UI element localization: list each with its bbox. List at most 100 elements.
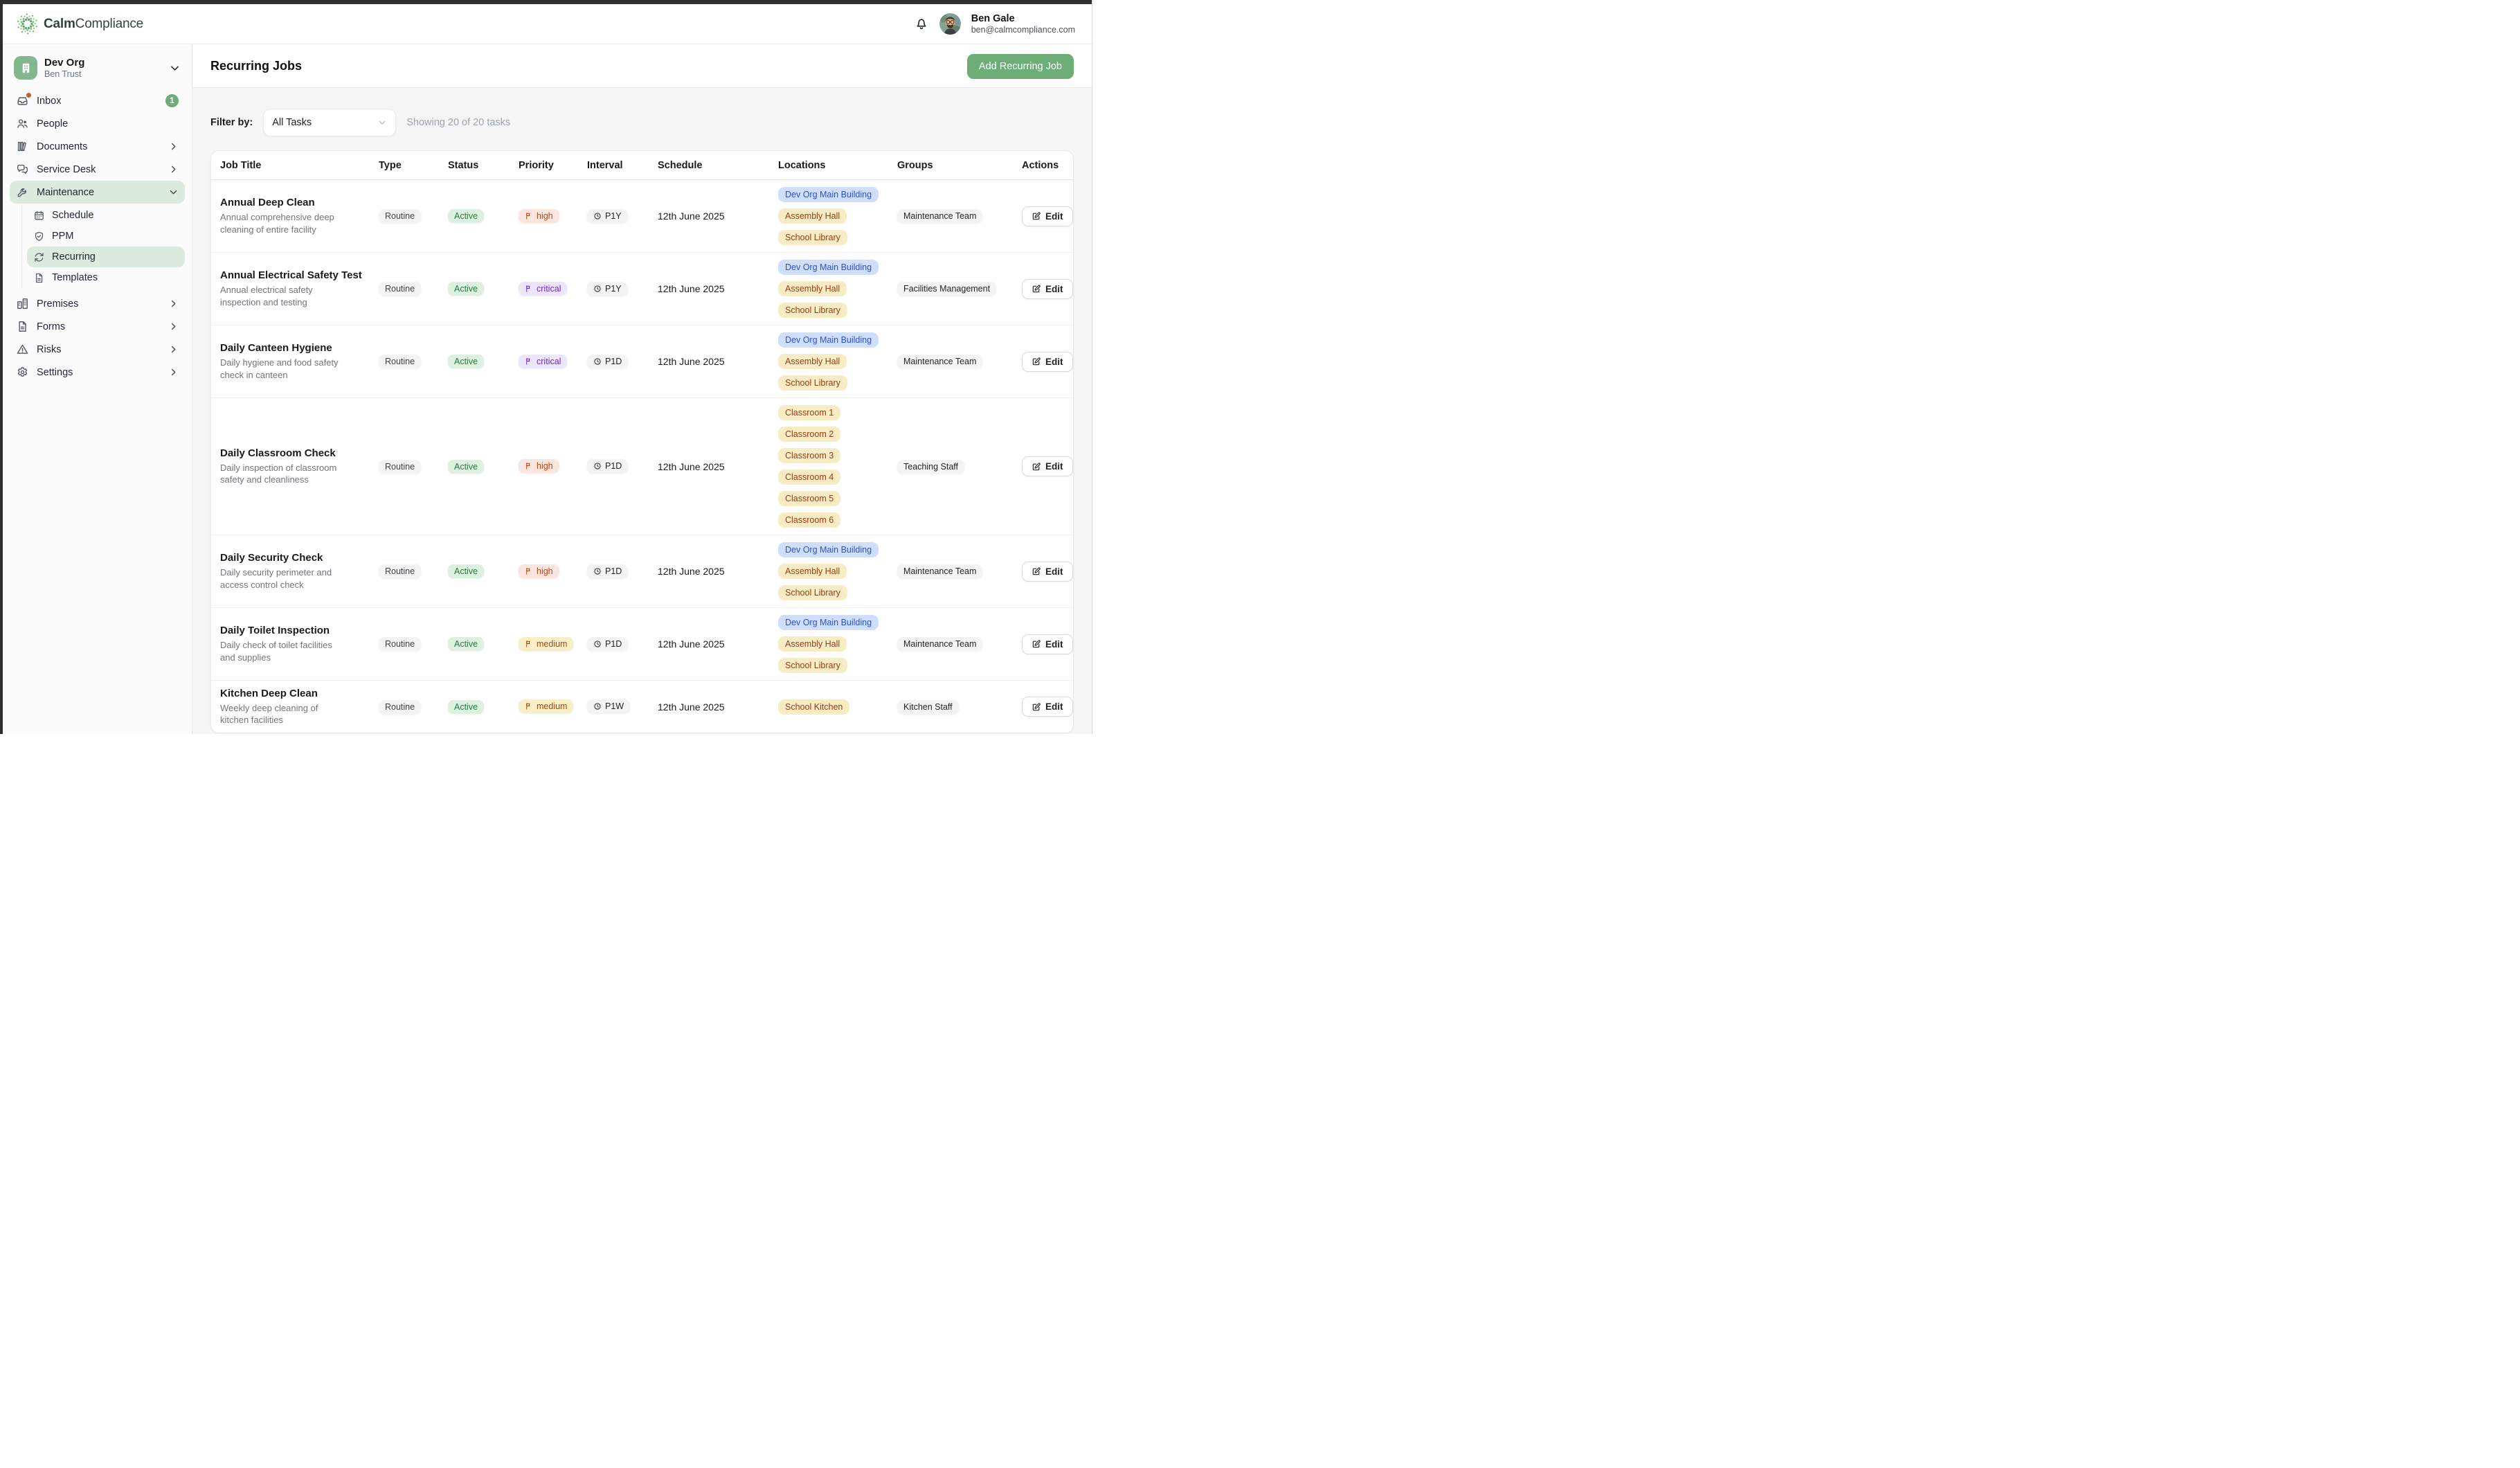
status-cell: Active <box>441 282 512 296</box>
top-bar: CalmCompliance Ben Gale ben@calmcomplian… <box>3 4 1092 44</box>
status-cell: Active <box>441 460 512 474</box>
org-name: Dev Org <box>44 57 162 69</box>
sidebar-item-risks[interactable]: Risks <box>10 338 185 361</box>
edit-button[interactable]: Edit <box>1022 206 1073 226</box>
brand-logo[interactable]: CalmCompliance <box>17 13 143 35</box>
location-badge: Classroom 6 <box>778 512 840 528</box>
edit-button[interactable]: Edit <box>1022 697 1073 717</box>
table-row: Annual Deep Clean Annual comprehensive d… <box>211 180 1073 252</box>
sidebar-item-maintenance[interactable]: Maintenance <box>10 181 185 204</box>
interval-cell: P1Y <box>580 209 651 224</box>
brand-name: CalmCompliance <box>44 17 143 32</box>
user-avatar[interactable] <box>939 13 961 35</box>
inbox-count-badge: 1 <box>165 94 179 107</box>
interval-badge: P1D <box>587 459 628 473</box>
location-badge: Dev Org Main Building <box>778 332 879 348</box>
location-badge: School Library <box>778 303 847 318</box>
job-description: Daily security perimeter and access cont… <box>220 566 346 590</box>
groups-cell: Teaching Staff <box>890 460 1015 474</box>
sidebar-subitem-label: Schedule <box>52 210 93 221</box>
flag-icon <box>525 462 533 470</box>
priority-cell: high <box>512 564 580 579</box>
sidebar-item-inbox[interactable]: Inbox1 <box>10 89 185 112</box>
sidebar-subitem-schedule[interactable]: Schedule <box>27 205 185 226</box>
sidebar-item-forms[interactable]: Forms <box>10 315 185 338</box>
clock-icon <box>593 357 602 366</box>
clock-icon <box>593 702 602 710</box>
job-description: Daily check of toilet facilities and sup… <box>220 639 346 663</box>
group-badge: Maintenance Team <box>897 637 982 651</box>
location-badge: Assembly Hall <box>778 354 847 369</box>
job-title-cell: Daily Canteen Hygiene Daily hygiene and … <box>211 342 372 380</box>
status-cell: Active <box>441 209 512 223</box>
people-icon <box>16 117 29 130</box>
clock-icon <box>593 285 602 293</box>
location-badges: Dev Org Main BuildingAssembly HallSchool… <box>778 187 883 245</box>
clock-icon <box>593 567 602 575</box>
locations-cell: Classroom 1Classroom 2Classroom 3Classro… <box>771 405 890 528</box>
table-row: Daily Toilet Inspection Daily check of t… <box>211 607 1073 680</box>
type-badge: Routine <box>379 700 421 714</box>
clock-icon <box>593 640 602 648</box>
locations-cell: Dev Org Main BuildingAssembly HallSchool… <box>771 615 890 673</box>
location-badge: Classroom 1 <box>778 405 840 420</box>
priority-badge: medium <box>519 637 573 651</box>
locations-cell: School Kitchen <box>771 699 890 715</box>
add-recurring-job-button[interactable]: Add Recurring Job <box>967 54 1074 79</box>
notifications-bell-icon[interactable] <box>914 16 929 31</box>
priority-badge: critical <box>519 282 567 296</box>
status-badge: Active <box>448 637 484 651</box>
groups-cell: Maintenance Team <box>890 637 1015 651</box>
actions-cell: Edit <box>1015 456 1073 476</box>
brand-logo-dots-icon <box>17 13 38 35</box>
location-badge: Assembly Hall <box>778 636 847 652</box>
sidebar-item-label: Documents <box>37 141 161 152</box>
type-cell: Routine <box>372 564 441 578</box>
showing-count-text: Showing 20 of 20 tasks <box>406 117 510 128</box>
chevron-down-icon <box>169 62 181 74</box>
sidebar-item-settings[interactable]: Settings <box>10 361 185 384</box>
sidebar-item-service-desk[interactable]: Service Desk <box>10 158 185 181</box>
edit-button[interactable]: Edit <box>1022 456 1073 476</box>
edit-button[interactable]: Edit <box>1022 352 1073 372</box>
flag-icon <box>525 702 533 710</box>
sidebar-subitem-ppm[interactable]: PPM <box>27 226 185 247</box>
sidebar-item-documents[interactable]: Documents <box>10 135 185 158</box>
location-badge: Classroom 5 <box>778 491 840 506</box>
user-name: Ben Gale <box>971 13 1075 25</box>
interval-badge: P1D <box>587 355 628 368</box>
table-row: Kitchen Deep Clean Weekly deep cleaning … <box>211 680 1073 733</box>
edit-button[interactable]: Edit <box>1022 634 1073 654</box>
job-title: Annual Deep Clean <box>220 197 365 208</box>
location-badges: School Kitchen <box>778 699 883 715</box>
inbox-icon <box>16 94 29 107</box>
job-title: Daily Canteen Hygiene <box>220 342 365 354</box>
page-title: Recurring Jobs <box>210 59 302 73</box>
settings-icon <box>16 366 29 379</box>
priority-badge: high <box>519 459 559 473</box>
sidebar-item-people[interactable]: People <box>10 112 185 135</box>
sidebar-subitem-label: Templates <box>52 272 98 283</box>
org-switcher[interactable]: Dev Org Ben Trust <box>10 52 185 89</box>
status-badge: Active <box>448 209 484 223</box>
sidebar-subitem-recurring[interactable]: Recurring <box>27 247 185 267</box>
clock-icon <box>593 212 602 220</box>
edit-pencil-icon <box>1032 462 1041 472</box>
sidebar-item-label: Risks <box>37 344 161 355</box>
interval-cell: P1D <box>580 564 651 579</box>
sidebar-item-label: Premises <box>37 298 161 310</box>
column-header-schedule: Schedule <box>651 160 771 171</box>
job-description: Weekly deep cleaning of kitchen faciliti… <box>220 702 346 726</box>
interval-cell: P1Y <box>580 282 651 296</box>
filter-label: Filter by: <box>210 117 253 128</box>
edit-button[interactable]: Edit <box>1022 279 1073 299</box>
sidebar-item-premises[interactable]: Premises <box>10 292 185 315</box>
job-description: Annual electrical safety inspection and … <box>220 284 346 307</box>
sidebar-subitem-templates[interactable]: Templates <box>27 267 185 288</box>
status-badge: Active <box>448 282 484 296</box>
table-row: Daily Security Check Daily security peri… <box>211 535 1073 607</box>
main-panel: Recurring Jobs Add Recurring Job Filter … <box>192 45 1092 734</box>
task-filter-select[interactable]: All Tasks <box>263 109 396 136</box>
ppm-icon <box>33 231 45 242</box>
edit-button[interactable]: Edit <box>1022 562 1073 582</box>
